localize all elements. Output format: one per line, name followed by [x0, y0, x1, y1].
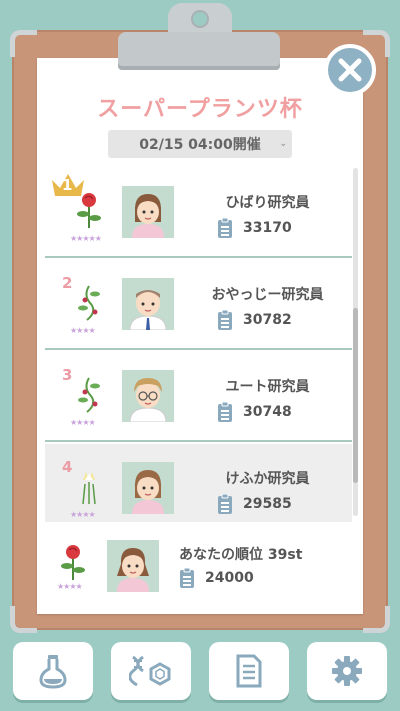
- clipboard-clip-hole: [191, 10, 209, 28]
- flask-icon: [39, 655, 67, 689]
- close-button[interactable]: [324, 44, 376, 96]
- score-value: 33170: [243, 220, 292, 236]
- ranking-row[interactable]: 1 ★★★★★ ひばり研究員 33170: [45, 168, 352, 258]
- clipboard-corner: [10, 606, 37, 633]
- my-rank-label: あなたの順位 39st: [179, 547, 303, 563]
- avatar: [122, 370, 174, 422]
- avatar: [107, 540, 159, 592]
- score-value: 24000: [205, 570, 254, 586]
- document-button[interactable]: [209, 642, 289, 700]
- date-select[interactable]: 02/15 04:00開催 ⌄: [108, 130, 292, 158]
- score-value: 30748: [243, 404, 292, 420]
- avatar: [122, 462, 174, 514]
- dna-molecule-icon: [129, 655, 171, 687]
- score: 30748: [217, 402, 292, 422]
- bottom-toolbar: [0, 642, 400, 700]
- avatar: [122, 186, 174, 238]
- clipboard-icon: [179, 568, 195, 588]
- date-select-value: 02/15 04:00開催: [139, 137, 261, 153]
- clipboard-icon: [217, 218, 233, 238]
- player-name: ひばり研究員: [225, 195, 310, 211]
- rank-number: 2: [62, 274, 73, 292]
- score-value: 30782: [243, 312, 292, 328]
- document-icon: [236, 654, 262, 688]
- page-title: スーパープランツ杯: [97, 97, 303, 122]
- score-value: 29585: [243, 496, 292, 512]
- my-rank-row: ★★★★ あなたの順位 39st 24000: [37, 522, 363, 612]
- rarity-stars: ★★★★: [70, 418, 96, 427]
- rarity-stars: ★★★★: [57, 582, 83, 591]
- chevron-down-icon: ⌄: [279, 139, 287, 149]
- settings-button[interactable]: [307, 642, 387, 700]
- scrollbar[interactable]: [353, 168, 358, 516]
- rank-number: 4: [62, 458, 73, 476]
- avatar: [122, 278, 174, 330]
- ranking-row[interactable]: 4 ★★★★ けふか研究員 29585: [45, 444, 352, 534]
- scrollbar-thumb[interactable]: [353, 308, 358, 483]
- player-name: おやっじー研究員: [211, 287, 324, 303]
- ranking-row[interactable]: 3 ★★★★ ユート研究員 30748: [45, 352, 352, 442]
- rarity-stars: ★★★★: [70, 326, 96, 335]
- pea-plant-icon: [78, 377, 100, 413]
- score: 30782: [217, 310, 292, 330]
- lily-icon: [82, 472, 96, 505]
- score: 33170: [217, 218, 292, 238]
- ranking-row[interactable]: 2 ★★★★ おやっじー研究員 30782: [45, 260, 352, 350]
- lab-button[interactable]: [13, 642, 93, 700]
- rarity-stars: ★★★★★: [70, 234, 102, 243]
- rose-icon: [61, 545, 85, 580]
- rank-number: 1: [62, 176, 73, 194]
- clipboard-clip-body: [118, 32, 280, 70]
- clipboard-icon: [217, 402, 233, 422]
- score: 24000: [179, 568, 254, 588]
- clipboard-corner: [10, 30, 37, 57]
- score: 29585: [217, 494, 292, 514]
- rose-icon: [77, 193, 101, 228]
- close-icon: [338, 58, 362, 82]
- clipboard-icon: [217, 310, 233, 330]
- rarity-stars: ★★★★: [70, 510, 96, 519]
- rank-number: 3: [62, 366, 73, 384]
- player-name: けふか研究員: [225, 471, 310, 487]
- clipboard-icon: [217, 494, 233, 514]
- gear-icon: [332, 656, 362, 686]
- research-button[interactable]: [111, 642, 191, 700]
- clipboard-corner: [363, 606, 390, 633]
- player-name: ユート研究員: [225, 379, 310, 395]
- pea-plant-icon: [78, 285, 100, 321]
